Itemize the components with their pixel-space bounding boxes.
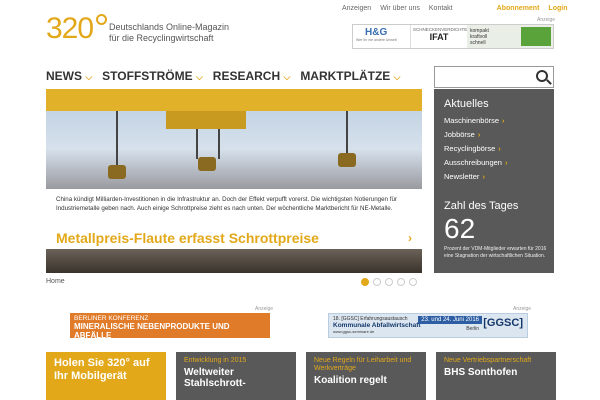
chevron-right-icon: ›: [504, 158, 508, 167]
pager-dot[interactable]: [385, 278, 393, 286]
main-nav-stoffstroeme[interactable]: STOFFSTRÖME ⌵: [102, 69, 203, 83]
nav-link-kontakt[interactable]: Kontakt: [429, 5, 453, 12]
nav-link-wir-ueber-uns[interactable]: Wir über uns: [380, 5, 420, 12]
search-input[interactable]: [434, 66, 554, 88]
chevron-right-icon: ›: [477, 130, 481, 139]
main-nav: NEWS ⌵ STOFFSTRÖME ⌵ RESEARCH ⌵ MARKTPLÄ…: [46, 69, 400, 83]
search-icon[interactable]: [536, 70, 548, 82]
pager-dot[interactable]: [373, 278, 381, 286]
zahl-des-tages-text: Prozent der VDM-Mitglieder erwarten für …: [444, 246, 547, 259]
main-nav-news[interactable]: NEWS ⌵: [46, 69, 92, 83]
banner-ad-konferenz[interactable]: BERLINER KONFERENZ MINERALISCHE NEBENPRO…: [70, 313, 270, 340]
sidebar-link-newsletter[interactable]: Newsletter ›: [444, 170, 554, 184]
tile-mobile[interactable]: Holen Sie 320° auf Ihr Mobilgerät: [46, 352, 166, 400]
nav-link-login[interactable]: Login: [548, 5, 567, 12]
ad-label: Anzeige: [255, 306, 274, 312]
nav-link-anzeigen[interactable]: Anzeigen: [342, 5, 371, 12]
zahl-des-tages-value: 62: [444, 213, 476, 244]
pager-dot[interactable]: [361, 278, 369, 286]
machine-icon: [521, 27, 551, 46]
breadcrumb[interactable]: Home: [46, 278, 65, 285]
chevron-right-icon: ›: [502, 116, 505, 125]
ad-machine: kompakt kraftvoll schnell: [467, 25, 553, 48]
chevron-right-icon[interactable]: ›: [408, 231, 412, 245]
tagline: Deutschlands Online-Magazin für die Recy…: [109, 22, 230, 43]
logo-text: 320: [46, 12, 94, 45]
degree-icon: [96, 14, 107, 25]
ad-hg: H&G Wer Ihr nie andere Unwelt: [353, 25, 411, 48]
banner-ad-ggsc[interactable]: 18. [GGSC] Erfahrungsaustausch Kommunale…: [328, 313, 528, 338]
hero-image-strip: [46, 249, 422, 273]
chevron-down-icon: ⌵: [393, 72, 401, 82]
main-nav-marktplaetze[interactable]: MARKTPLÄTZE ⌵: [300, 69, 400, 83]
hero-headline[interactable]: Metallpreis-Flaute erfasst Schrottpreise…: [46, 227, 422, 249]
sidebar-link-maschinenboerse[interactable]: Maschinenbörse ›: [444, 114, 554, 128]
hero-teaser: China kündigt Milliarden-Investitionen i…: [56, 196, 397, 212]
banner-ad-top[interactable]: H&G Wer Ihr nie andere Unwelt SCHNECKENV…: [352, 24, 554, 49]
tile-koalition[interactable]: Neue Regeln für Leiharbeit und Werkvertr…: [306, 352, 426, 400]
chevron-down-icon: ⌵: [283, 72, 291, 82]
ad-label: Anzeige: [537, 17, 556, 23]
hero-slider[interactable]: China kündigt Milliarden-Investitionen i…: [46, 89, 422, 273]
sidebar: Aktuelles Maschinenbörse › Jobbörse › Recy…: [434, 89, 554, 273]
tile-bhs-sonthofen[interactable]: Neue Vertriebspartnerschaft BHS Sonthofe…: [436, 352, 556, 400]
sidebar-link-ausschreibungen[interactable]: Ausschreibungen ›: [444, 156, 554, 170]
chevron-right-icon: ›: [482, 172, 485, 181]
chevron-down-icon: ⌵: [195, 72, 203, 82]
aktuelles-title: Aktuelles: [444, 98, 489, 110]
pager-dot[interactable]: [409, 278, 417, 286]
chevron-right-icon: ›: [498, 144, 501, 153]
zahl-des-tages-title: Zahl des Tages: [444, 200, 519, 212]
top-nav: Anzeigen Wir über uns Kontakt Abonnement…: [342, 5, 567, 12]
ad-ifat: SCHNECKENVERDICHTER IFAT: [413, 27, 471, 42]
tile-stahlschrott[interactable]: Entwicklung in 2015 Weltweiter Stahlschr…: [176, 352, 296, 400]
sidebar-link-recyclingboerse[interactable]: Recyclingbörse ›: [444, 142, 554, 156]
ad-label: Anzeige: [513, 306, 532, 312]
slider-pager: [361, 278, 417, 286]
site-logo[interactable]: 320: [46, 12, 107, 48]
hero-image: [46, 89, 422, 189]
sidebar-link-jobboerse[interactable]: Jobbörse ›: [444, 128, 554, 142]
main-nav-research[interactable]: RESEARCH ⌵: [213, 69, 291, 83]
pager-dot[interactable]: [397, 278, 405, 286]
nav-link-abonnement[interactable]: Abonnement: [497, 5, 540, 12]
chevron-down-icon: ⌵: [85, 72, 93, 82]
